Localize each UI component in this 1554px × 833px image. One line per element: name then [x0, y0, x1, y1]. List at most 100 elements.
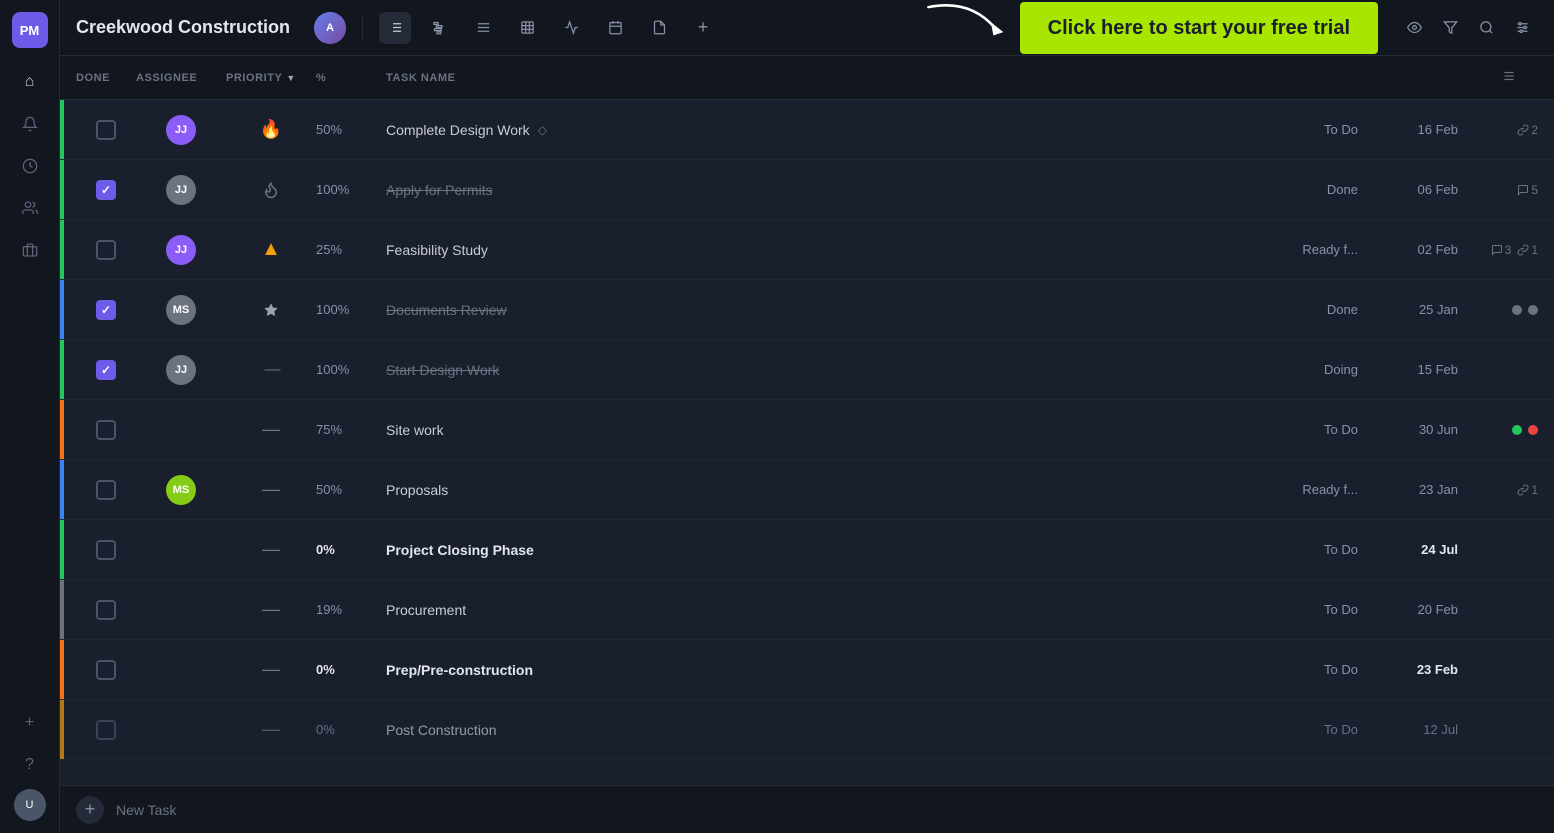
- checkbox-unchecked[interactable]: [96, 240, 116, 260]
- doc-view-icon[interactable]: [643, 12, 675, 44]
- list-view-icon[interactable]: [379, 12, 411, 44]
- checkbox-unchecked[interactable]: [96, 720, 116, 740]
- done-checkbox[interactable]: [76, 120, 136, 140]
- row-accent: [60, 400, 64, 459]
- checkbox-checked[interactable]: [96, 300, 116, 320]
- filter-icon[interactable]: [1434, 12, 1466, 44]
- task-table-body: JJ 🔥 50% Complete Design Work ◇ To Do 16…: [60, 100, 1554, 785]
- task-name: Apply for Permits: [386, 182, 1248, 198]
- checkbox-unchecked[interactable]: [96, 660, 116, 680]
- done-checkbox[interactable]: [76, 540, 136, 560]
- done-checkbox[interactable]: [76, 600, 136, 620]
- assignee-avatar: MS: [136, 295, 226, 325]
- table-row[interactable]: — 19% Procurement To Do 20 Feb: [60, 580, 1554, 640]
- task-date: 02 Feb: [1358, 242, 1458, 257]
- sidebar-item-notifications[interactable]: [12, 106, 48, 142]
- sidebar-item-add[interactable]: +: [12, 705, 48, 741]
- table-row[interactable]: — 0% Post Construction To Do 12 Jul: [60, 700, 1554, 760]
- task-extras: 5: [1458, 183, 1538, 197]
- priority-label: PRIORITY: [226, 72, 282, 84]
- checkbox-checked[interactable]: [96, 360, 116, 380]
- table-row[interactable]: JJ 🔥 50% Complete Design Work ◇ To Do 16…: [60, 100, 1554, 160]
- project-avatar[interactable]: A: [314, 12, 346, 44]
- row-accent: [60, 220, 64, 279]
- chart-view-icon[interactable]: [555, 12, 587, 44]
- table-row[interactable]: JJ ▲ 25% Feasibility Study Ready f... 02…: [60, 220, 1554, 280]
- table-row[interactable]: JJ 100% Apply for Permits Done 06 Feb 5: [60, 160, 1554, 220]
- avatar-jj: JJ: [166, 115, 196, 145]
- links-icon: 1: [1517, 483, 1538, 497]
- done-checkbox[interactable]: [76, 480, 136, 500]
- task-status: To Do: [1248, 422, 1358, 437]
- task-status: Ready f...: [1248, 482, 1358, 497]
- done-checkbox[interactable]: [76, 180, 136, 200]
- sidebar-item-people[interactable]: [12, 190, 48, 226]
- done-checkbox[interactable]: [76, 720, 136, 740]
- timeline-view-icon[interactable]: [467, 12, 499, 44]
- assignee-avatar: JJ: [136, 175, 226, 205]
- task-status: To Do: [1248, 122, 1358, 137]
- calendar-view-icon[interactable]: [599, 12, 631, 44]
- sidebar-item-help[interactable]: ?: [12, 747, 48, 783]
- done-checkbox[interactable]: [76, 360, 136, 380]
- completion-pct: 19%: [316, 602, 386, 617]
- done-checkbox[interactable]: [76, 300, 136, 320]
- header-settings[interactable]: [1502, 69, 1538, 86]
- done-checkbox[interactable]: [76, 660, 136, 680]
- task-date: 25 Jan: [1358, 302, 1458, 317]
- row-accent: [60, 280, 64, 339]
- sidebar-item-briefcase[interactable]: [12, 232, 48, 268]
- priority-indicator: —: [226, 479, 316, 500]
- priority-indicator: —: [226, 419, 316, 440]
- add-task-button[interactable]: +: [76, 796, 104, 824]
- task-date: 24 Jul: [1358, 542, 1458, 557]
- watch-icon[interactable]: [1398, 12, 1430, 44]
- priority-indicator: —: [226, 599, 316, 620]
- checkbox-unchecked[interactable]: [96, 120, 116, 140]
- task-date: 23 Feb: [1358, 662, 1458, 677]
- task-date: 30 Jun: [1358, 422, 1458, 437]
- user-avatar[interactable]: U: [14, 789, 46, 821]
- completion-pct: 100%: [316, 362, 386, 377]
- free-trial-button[interactable]: Click here to start your free trial: [1020, 2, 1378, 54]
- topbar: Creekwood Construction A +: [60, 0, 1554, 56]
- row-accent: [60, 700, 64, 759]
- avatar-jj: JJ: [166, 175, 196, 205]
- header-assignee: ASSIGNEE: [136, 72, 226, 84]
- task-name-text: Post Construction: [386, 722, 497, 738]
- table-view-icon[interactable]: [511, 12, 543, 44]
- task-date: 20 Feb: [1358, 602, 1458, 617]
- done-checkbox[interactable]: [76, 420, 136, 440]
- task-name-text: Proposals: [386, 482, 448, 498]
- checkbox-checked[interactable]: [96, 180, 116, 200]
- header-taskname: TASK NAME: [386, 72, 1212, 84]
- table-row[interactable]: — 0% Project Closing Phase To Do 24 Jul: [60, 520, 1554, 580]
- row-accent: [60, 640, 64, 699]
- done-checkbox[interactable]: [76, 240, 136, 260]
- checkbox-unchecked[interactable]: [96, 480, 116, 500]
- sidebar: PM ⌂ + ? U: [0, 0, 60, 833]
- gantt-view-icon[interactable]: [423, 12, 455, 44]
- table-row[interactable]: MS — 50% Proposals Ready f... 23 Jan 1: [60, 460, 1554, 520]
- sidebar-item-home[interactable]: ⌂: [12, 64, 48, 100]
- task-name: Start Design Work: [386, 362, 1248, 378]
- completion-pct: 100%: [316, 302, 386, 317]
- main-content: Creekwood Construction A +: [60, 0, 1554, 833]
- add-view-icon[interactable]: +: [687, 12, 719, 44]
- search-icon[interactable]: [1470, 12, 1502, 44]
- row-accent: [60, 460, 64, 519]
- table-row[interactable]: JJ — 100% Start Design Work Doing 15 Feb: [60, 340, 1554, 400]
- table-row[interactable]: MS 100% Documents Review Done 25 Jan: [60, 280, 1554, 340]
- sidebar-item-clock[interactable]: [12, 148, 48, 184]
- checkbox-unchecked[interactable]: [96, 420, 116, 440]
- checkbox-unchecked[interactable]: [96, 600, 116, 620]
- checkbox-unchecked[interactable]: [96, 540, 116, 560]
- settings-icon[interactable]: [1506, 12, 1538, 44]
- task-status: To Do: [1248, 722, 1358, 737]
- sidebar-logo[interactable]: PM: [12, 12, 48, 48]
- task-name: Complete Design Work ◇: [386, 122, 1248, 138]
- table-row[interactable]: — 0% Prep/Pre-construction To Do 23 Feb: [60, 640, 1554, 700]
- topbar-right-actions: [1398, 12, 1538, 44]
- table-row[interactable]: — 75% Site work To Do 30 Jun: [60, 400, 1554, 460]
- header-priority[interactable]: PRIORITY ▼: [226, 72, 316, 84]
